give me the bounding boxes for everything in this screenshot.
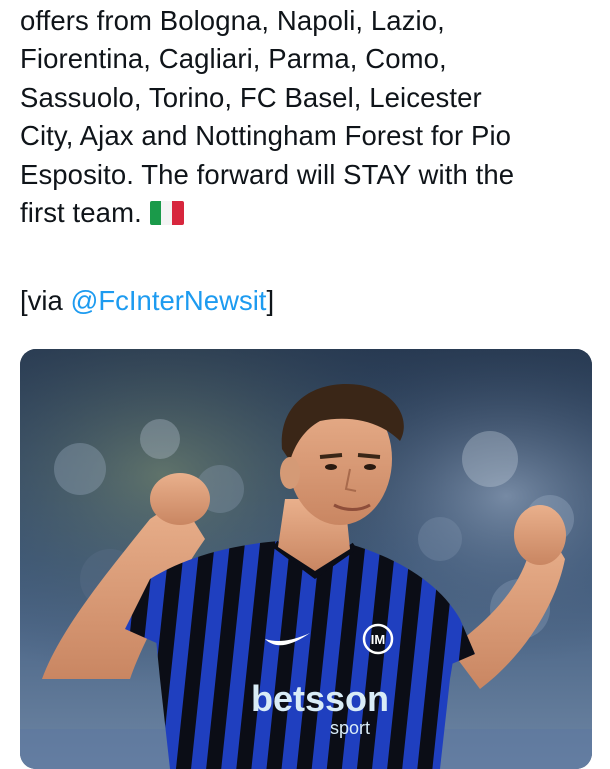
svg-text:IM: IM (371, 632, 385, 647)
player-photo: IM betsson sport (20, 349, 592, 769)
tweet-post: offers from Bologna, Napoli, Lazio, Fior… (20, 0, 592, 316)
tweet-text: offers from Bologna, Napoli, Lazio, Fior… (20, 0, 592, 232)
tweet-body: offers from Bologna, Napoli, Lazio, Fior… (20, 5, 515, 229)
tweet-media-image[interactable]: IM betsson sport (20, 349, 592, 769)
via-line: [via @FcInterNewsit] (20, 282, 274, 320)
via-prefix: [via (20, 285, 71, 316)
italy-flag-icon (149, 201, 184, 226)
mention-link[interactable]: @FcInterNewsit (70, 285, 266, 316)
kit-sponsor: betsson (251, 678, 389, 719)
via-suffix: ] (266, 285, 275, 316)
kit-sponsor-sub: sport (330, 718, 370, 738)
